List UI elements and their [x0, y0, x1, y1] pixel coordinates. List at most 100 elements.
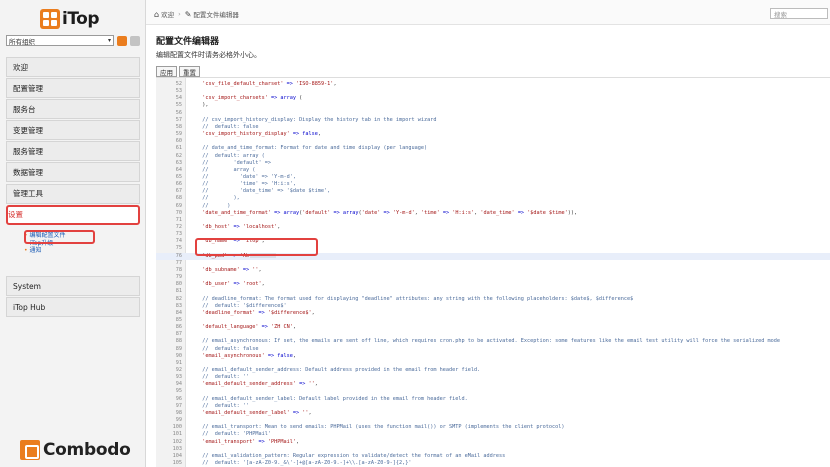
code-line[interactable]: 95	[156, 388, 830, 395]
code-line[interactable]: 97 // default: ''	[156, 403, 830, 410]
code-line[interactable]: 89 // default: false	[156, 346, 830, 353]
code-line[interactable]: 72 'db_host' => 'localhost',	[156, 224, 830, 231]
code-line[interactable]: 101 // default: 'PHPMail'	[156, 431, 830, 438]
code-line[interactable]: 83 // default: '$difference$'	[156, 303, 830, 310]
search-input[interactable]: 搜索	[770, 8, 828, 19]
code-line[interactable]: 88 // email_asynchronous: If set, the em…	[156, 338, 830, 345]
code-text: // default: false	[196, 345, 259, 352]
code-line[interactable]: 87	[156, 331, 830, 338]
code-text: // default: '$difference$'	[196, 302, 287, 309]
code-line[interactable]: 99	[156, 417, 830, 424]
bullet-icon: •	[24, 247, 28, 254]
code-line[interactable]: 55 ),	[156, 102, 830, 109]
code-line[interactable]: 82 // deadline_format: The format used f…	[156, 296, 830, 303]
breadcrumb-current: 配置文件编辑器	[193, 11, 239, 19]
code-line[interactable]: 100 // email_transport: Mean to send ema…	[156, 424, 830, 431]
line-number: 85	[175, 316, 182, 323]
code-line[interactable]: 68 // ),	[156, 195, 830, 202]
code-line[interactable]: 86 'default_language' => 'ZH CN',	[156, 324, 830, 331]
code-line[interactable]: 79	[156, 274, 830, 281]
code-line[interactable]: 66 // 'time' => 'H:i:s',	[156, 181, 830, 188]
code-text: // )	[196, 202, 231, 209]
line-number: 99	[175, 417, 182, 424]
menu-item-welcome[interactable]: 欢迎	[6, 57, 140, 77]
code-line[interactable]: 77	[156, 260, 830, 267]
code-line[interactable]: 64 // array (	[156, 167, 830, 174]
code-line[interactable]: 67 // 'date_time' => '$date $time',	[156, 188, 830, 195]
code-line[interactable]: 52 'csv_file_default_charset' => 'ISO-88…	[156, 81, 830, 88]
code-line[interactable]: 78 'db_subname' => '',	[156, 267, 830, 274]
org-search-icon[interactable]	[130, 35, 140, 46]
code-line[interactable]: 70 'date_and_time_format' => array('defa…	[156, 210, 830, 217]
code-line[interactable]: 62 // default: array (	[156, 153, 830, 160]
top-bar: ⌂ 欢迎 › ✎ 配置文件编辑器 搜索	[146, 0, 830, 25]
code-line[interactable]: 61 // date_and_time_format: Format for d…	[156, 145, 830, 152]
menu-item-change-mgmt[interactable]: 变更管理	[6, 120, 140, 141]
menu-item-itop-hub[interactable]: iTop Hub	[6, 297, 140, 318]
org-select[interactable]: 所有组织 ▾	[6, 35, 114, 46]
apply-button[interactable]: 应用	[156, 66, 177, 77]
config-code-editor[interactable]: 52 'csv_file_default_charset' => 'ISO-88…	[156, 77, 830, 467]
org-hierarchy-icon[interactable]	[117, 35, 127, 46]
code-line[interactable]: 80 'db_user' => 'root',	[156, 281, 830, 288]
menu-item-admin-tools[interactable]: 管理工具	[6, 183, 140, 204]
code-text: 'csv_import_charsets' => array (	[202, 95, 303, 102]
code-line[interactable]: 85	[156, 317, 830, 324]
code-line[interactable]: 93 // default: ''	[156, 374, 830, 381]
breadcrumb-separator: ›	[178, 10, 181, 18]
menu-label: iTop Hub	[13, 302, 46, 312]
line-number: 58	[175, 123, 182, 130]
combodo-logo[interactable]: Combodo	[20, 440, 131, 460]
code-line[interactable]: 57 // csv_import_history_display: Displa…	[156, 117, 830, 124]
code-line[interactable]: 96 // email_default_sender_label: Defaul…	[156, 396, 830, 403]
code-line[interactable]: 91	[156, 360, 830, 367]
reset-button[interactable]: 重置	[179, 66, 200, 77]
code-line[interactable]: 104 // email_validation_pattern: Regular…	[156, 453, 830, 460]
code-text: // 'date_time' => '$date $time',	[196, 188, 331, 195]
code-line[interactable]: 69 // )	[156, 203, 830, 210]
secondary-menu: System iTop Hub	[6, 276, 140, 318]
menu-item-config-mgmt[interactable]: 配置管理	[6, 78, 140, 99]
line-number: 66	[175, 181, 182, 188]
code-text: // 'default' =>	[196, 159, 271, 166]
code-line[interactable]: 98 'email_default_sender_label' => '',	[156, 410, 830, 417]
code-line[interactable]: 65 // 'date' => 'Y-m-d',	[156, 174, 830, 181]
line-number: 65	[175, 173, 182, 180]
line-number: 95	[175, 388, 182, 395]
code-line[interactable]: 84 'deadline_format' => '$difference$',	[156, 310, 830, 317]
code-text: 'email_asynchronous' => false,	[202, 352, 296, 359]
code-line[interactable]: 59 'csv_import_history_display' => false…	[156, 131, 830, 138]
home-icon[interactable]: ⌂	[154, 10, 159, 19]
code-line[interactable]: 94 'email_default_sender_address' => '',	[156, 381, 830, 388]
code-line[interactable]: 53	[156, 88, 830, 95]
code-line[interactable]: 58 // default: false	[156, 124, 830, 131]
code-line[interactable]: 102 'email_transport' => 'PHPMail',	[156, 439, 830, 446]
code-line[interactable]: 90 'email_asynchronous' => false,	[156, 353, 830, 360]
combodo-name: Combodo	[43, 440, 131, 460]
menu-item-service-mgmt[interactable]: 服务管理	[6, 141, 140, 162]
code-line[interactable]: 56	[156, 110, 830, 117]
breadcrumb-home[interactable]: 欢迎	[161, 9, 174, 19]
code-line[interactable]: 92 // email_default_sender_address: Defa…	[156, 367, 830, 374]
menu-item-data-mgmt[interactable]: 数据管理	[6, 162, 140, 183]
submenu-label: 通知	[29, 247, 42, 254]
code-line[interactable]: 103	[156, 446, 830, 453]
line-number: 57	[175, 116, 182, 123]
submenu-notifications[interactable]: • 通知	[24, 247, 66, 255]
code-text: 'email_default_sender_address' => '',	[202, 381, 318, 388]
code-text: // default: array (	[196, 152, 265, 159]
line-number: 56	[175, 109, 182, 116]
code-text: // default: false	[196, 123, 259, 130]
menu-item-settings[interactable]: 设置	[6, 204, 140, 225]
code-line[interactable]: 105 // default: '[a-zA-Z0-9._&\'-]+@[a-z…	[156, 460, 830, 467]
line-number: 69	[175, 202, 182, 209]
code-line[interactable]: 63 // 'default' =>	[156, 160, 830, 167]
code-line[interactable]: 54 'csv_import_charsets' => array (	[156, 95, 830, 102]
code-line[interactable]: 60	[156, 138, 830, 145]
code-line[interactable]: 81	[156, 288, 830, 295]
menu-item-service-desk[interactable]: 服务台	[6, 99, 140, 120]
menu-label: 服务台	[13, 104, 36, 114]
menu-item-system[interactable]: System	[6, 276, 140, 296]
itop-logo[interactable]: iTop	[40, 8, 100, 30]
code-line[interactable]: 71	[156, 217, 830, 224]
